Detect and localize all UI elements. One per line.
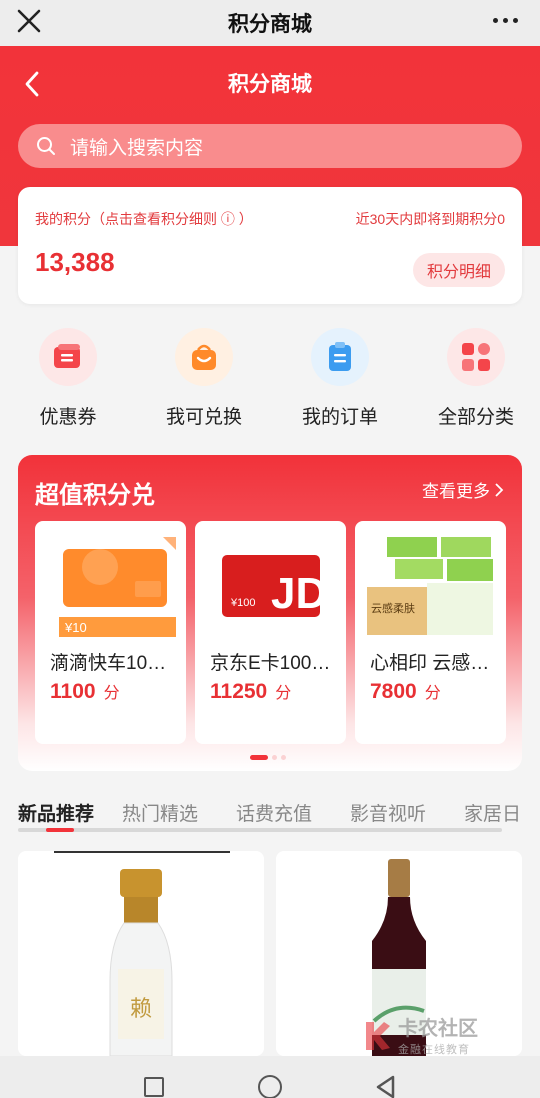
promo-card[interactable]: JD ¥100 京东E卡100… 11250 分 <box>195 521 346 744</box>
points-card[interactable]: 我的积分（点击查看积分细则 ⓘ ） 近30天内即将到期积分0 13,388 积分… <box>18 187 522 304</box>
more-icon[interactable] <box>493 18 518 23</box>
quick-coupon[interactable]: 优惠券 <box>0 328 136 429</box>
tissue-thumb-text: 云感柔肤 <box>371 601 415 615</box>
promo-card-name: 京东E卡100… <box>210 653 331 674</box>
watermark: 卡农社区 金融在线教育 <box>362 1012 478 1057</box>
grid-icon <box>447 328 505 386</box>
promo-card-name: 心相印 云感… <box>370 653 490 674</box>
baijiu-bottle-image: 赖 <box>54 851 230 1056</box>
system-nav-bar <box>0 1056 540 1098</box>
jd-card-thumb: JD ¥100 <box>205 537 336 637</box>
chevron-right-icon <box>495 482 504 497</box>
points-value: 13,388 <box>35 247 115 277</box>
tissue-thumb: 云感柔肤 <box>365 537 496 637</box>
search-placeholder: 请输入搜索内容 <box>70 137 204 159</box>
search-icon <box>37 137 55 155</box>
quick-orders[interactable]: 我的订单 <box>272 328 408 429</box>
kanong-logo-icon <box>366 1021 390 1050</box>
promo-card-price: 1100 分 <box>50 679 120 704</box>
promo-more-label: 查看更多 <box>422 482 490 501</box>
price-value: 11250 <box>210 680 268 703</box>
quick-label: 我可兑换 <box>165 407 242 428</box>
price-value: 1100 <box>50 680 96 703</box>
points-label[interactable]: 我的积分（点击查看积分细则 ⓘ ） <box>35 209 253 229</box>
watermark-subtitle: 金融在线教育 <box>398 1044 470 1056</box>
jd-thumb-text: JD <box>271 569 327 618</box>
recent-apps-icon[interactable] <box>144 1077 164 1097</box>
didi-card-thumb: ¥10 <box>45 537 176 637</box>
jd-thumb-small: ¥100 <box>230 597 255 609</box>
quick-label: 优惠券 <box>39 407 97 428</box>
promo-card-name: 滴滴快车10… <box>50 653 167 674</box>
tab-scrollbar <box>18 828 502 832</box>
price-value: 7800 <box>370 680 417 703</box>
quick-entry-row: 优惠券 我可兑换 我的订单 全部分类 <box>0 328 540 428</box>
home-icon[interactable] <box>258 1075 282 1098</box>
promo-section: 超值积分兑 查看更多 ¥10 滴滴快车10… 1100 分 JD ¥100 京东… <box>18 455 522 771</box>
page-title: 积分商城 <box>228 73 312 96</box>
carousel-dot <box>272 755 277 760</box>
carousel-dots <box>250 755 286 760</box>
clipboard-icon <box>311 328 369 386</box>
back-triangle-icon[interactable] <box>374 1074 396 1098</box>
promo-card-price: 11250 分 <box>210 679 291 704</box>
baijiu-label: 赖 <box>130 997 152 1022</box>
tab-hot[interactable]: 热门精选 <box>122 799 198 826</box>
points-detail-button[interactable]: 积分明细 <box>412 253 505 287</box>
tab-recharge[interactable]: 话费充值 <box>236 799 312 826</box>
watermark-title: 卡农社区 <box>398 1018 478 1040</box>
carousel-dot <box>250 755 268 760</box>
price-unit: 分 <box>103 685 120 702</box>
coupon-icon <box>39 328 97 386</box>
promo-card[interactable]: 云感柔肤 心相印 云感… 7800 分 <box>355 521 506 744</box>
promo-title: 超值积分兑 <box>35 482 155 509</box>
tab-media[interactable]: 影音视听 <box>350 799 426 826</box>
promo-card[interactable]: ¥10 滴滴快车10… 1100 分 <box>35 521 186 744</box>
tab-home[interactable]: 家居日 <box>464 799 521 826</box>
close-icon[interactable] <box>14 6 44 36</box>
price-unit: 分 <box>275 685 292 702</box>
quick-categories[interactable]: 全部分类 <box>408 328 540 429</box>
price-unit: 分 <box>424 685 441 702</box>
didi-thumb-text: ¥10 <box>64 620 87 635</box>
window-title: 积分商城 <box>228 13 312 36</box>
promo-more-link[interactable]: 查看更多 <box>422 477 504 502</box>
top-bar: 积分商城 <box>0 0 540 46</box>
carousel-dot <box>281 755 286 760</box>
quick-exchangeable[interactable]: 我可兑换 <box>136 328 272 429</box>
tab-new[interactable]: 新品推荐 <box>18 799 94 826</box>
expiring-points: 近30天内即将到期积分0 <box>355 211 505 227</box>
promo-card-price: 7800 分 <box>370 679 441 704</box>
quick-label: 我的订单 <box>301 407 378 428</box>
quick-label: 全部分类 <box>437 407 514 428</box>
product-card[interactable]: 赖 <box>18 851 264 1056</box>
shopping-bag-icon <box>175 328 233 386</box>
tab-indicator <box>46 828 74 832</box>
search-input[interactable]: 请输入搜索内容 <box>18 124 522 168</box>
